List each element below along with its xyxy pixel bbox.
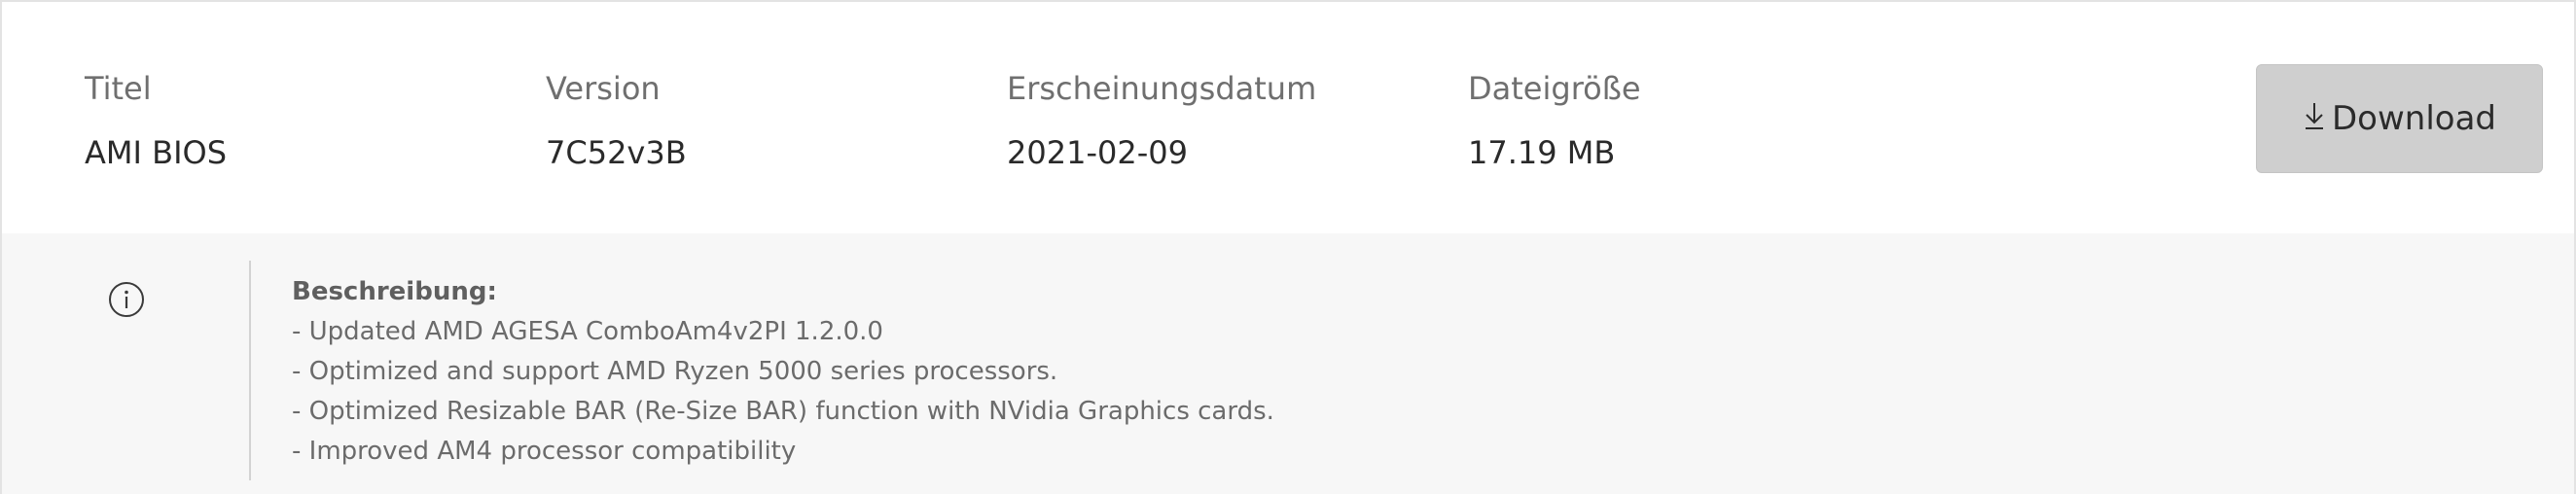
release-date-value: 2021-02-09 — [1007, 134, 1188, 171]
description-panel: Beschreibung: - Updated AMD AGESA ComboA… — [2, 233, 2574, 494]
info-icon — [107, 280, 146, 319]
release-date-column: Erscheinungsdatum 2021-02-09 — [1007, 68, 1316, 173]
title-label: Titel — [85, 70, 152, 107]
title-column: Titel AMI BIOS — [85, 68, 227, 173]
version-label: Version — [546, 70, 661, 107]
download-button[interactable]: Download — [2256, 64, 2543, 173]
title-value: AMI BIOS — [85, 134, 227, 171]
download-button-label: Download — [2331, 99, 2496, 138]
version-column: Version 7C52v3B — [546, 68, 687, 173]
bios-download-card: Titel AMI BIOS Version 7C52v3B Erscheinu… — [0, 0, 2576, 494]
release-date-label: Erscheinungsdatum — [1007, 70, 1317, 107]
file-size-column: Dateigröße 17.19 MB — [1468, 68, 1641, 173]
file-info-row: Titel AMI BIOS Version 7C52v3B Erscheinu… — [2, 2, 2574, 233]
description-line: - Improved AM4 processor compatibility — [292, 437, 797, 466]
vertical-divider — [249, 261, 251, 480]
description-text: Beschreibung: - Updated AMD AGESA ComboA… — [292, 272, 1274, 472]
file-size-label: Dateigröße — [1468, 70, 1641, 107]
download-arrow-icon — [2303, 101, 2326, 130]
description-line: - Optimized Resizable BAR (Re-Size BAR) … — [292, 397, 1274, 426]
description-line: - Updated AMD AGESA ComboAm4v2PI 1.2.0.0 — [292, 317, 883, 346]
description-line: - Optimized and support AMD Ryzen 5000 s… — [292, 357, 1058, 386]
description-heading: Beschreibung: — [292, 277, 497, 306]
file-size-value: 17.19 MB — [1468, 134, 1616, 171]
version-value: 7C52v3B — [546, 134, 687, 171]
